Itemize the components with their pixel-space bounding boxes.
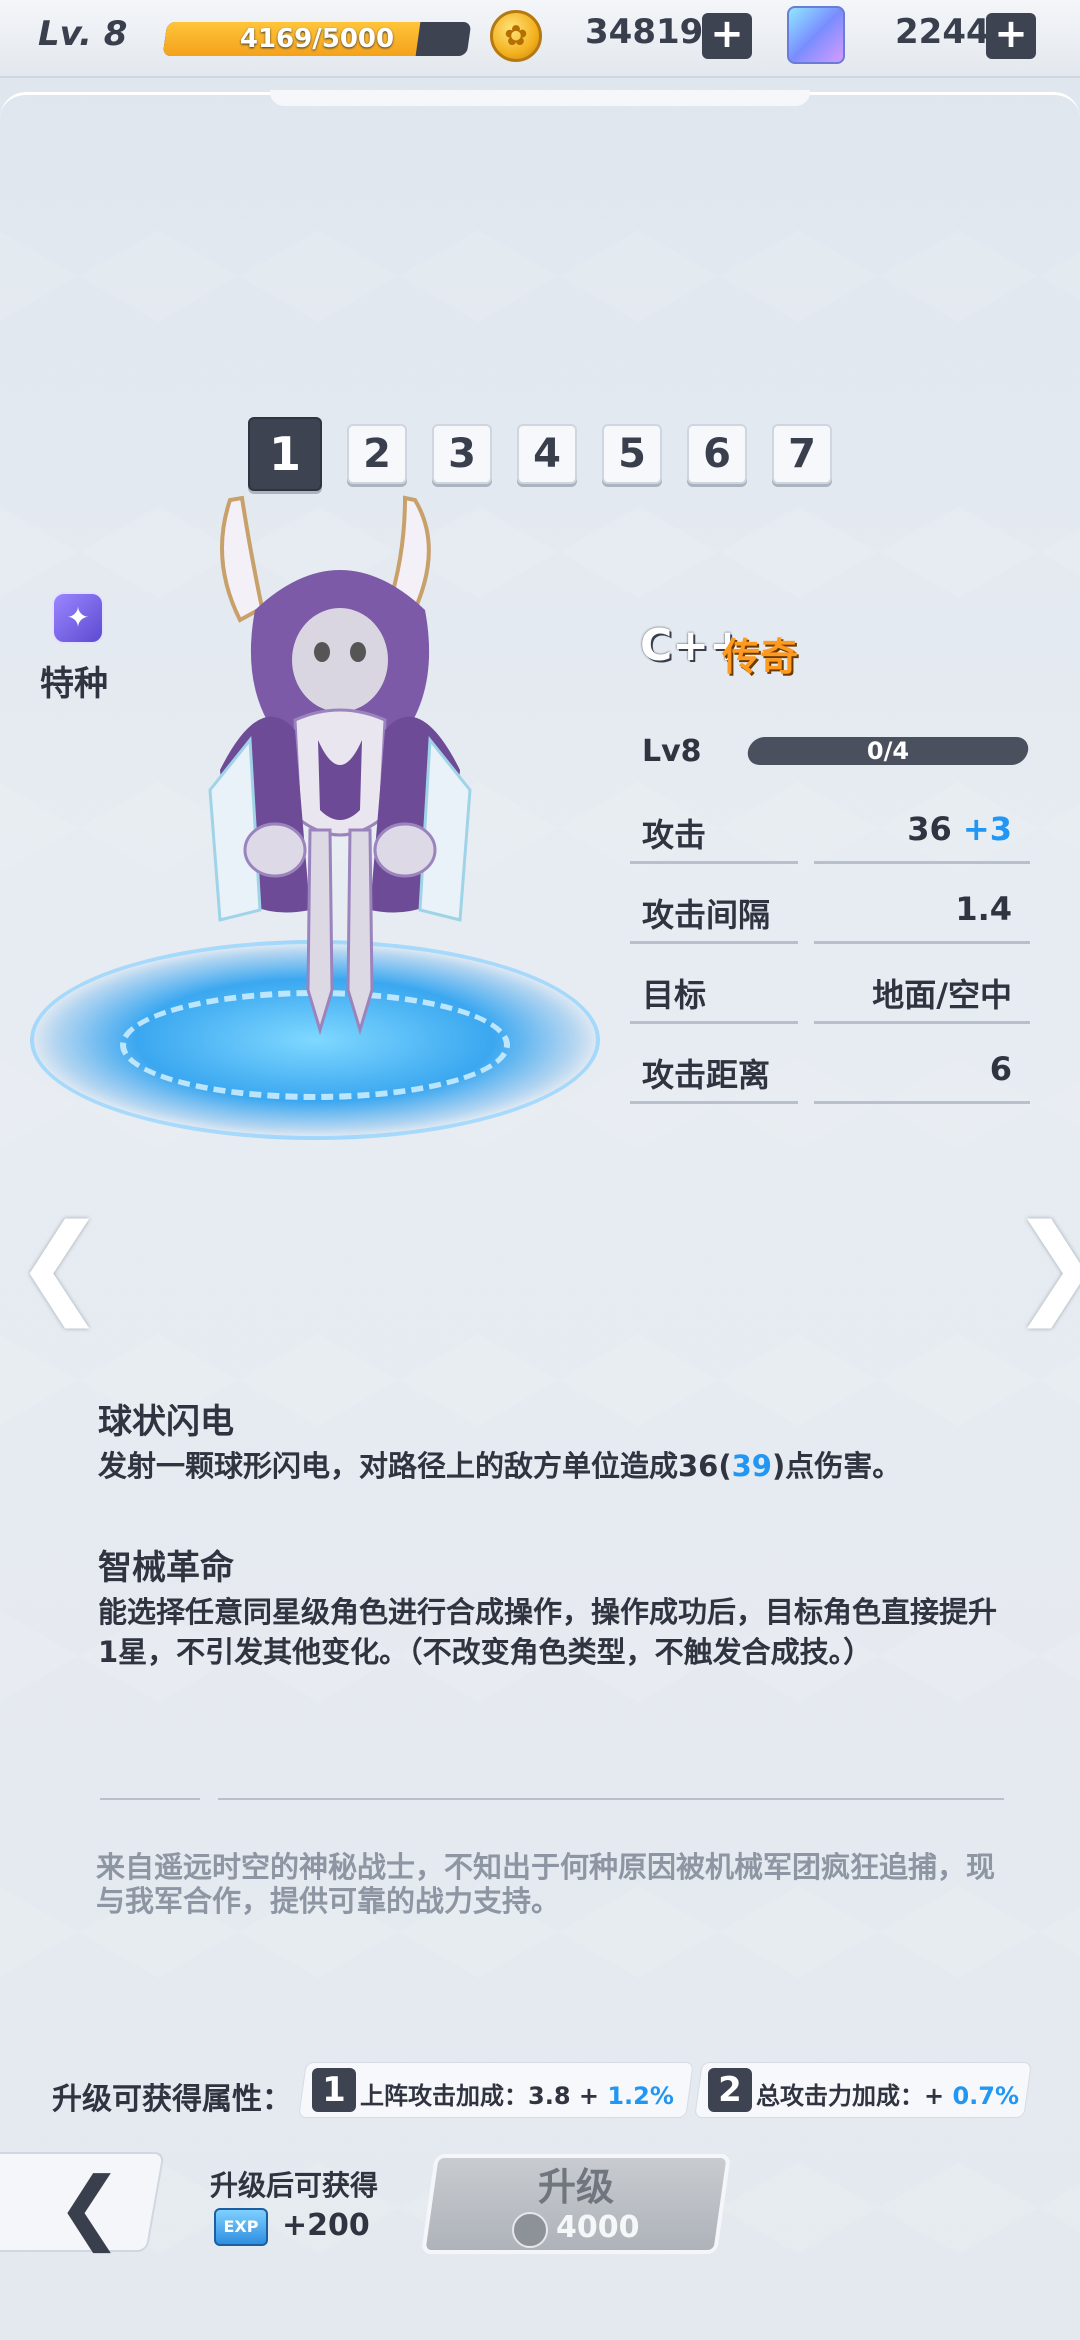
stat-divider xyxy=(630,1021,798,1024)
add-coins-button[interactable]: + xyxy=(702,13,752,59)
back-arrow-icon[interactable]: ❮ xyxy=(56,2160,123,2253)
hero-level: Lv8 xyxy=(642,734,702,769)
stat-divider xyxy=(814,1021,1030,1024)
gem-cube-icon xyxy=(787,6,845,64)
stat-row-target: 目标 地面/空中 xyxy=(630,960,1030,1024)
stat-value: 1.4 xyxy=(955,890,1012,928)
upgrade-attribute-text: 总攻击力加成：+ 0.7% xyxy=(756,2082,1020,2110)
add-gems-button[interactable]: + xyxy=(986,13,1036,59)
skill-2-title: 智械革命 xyxy=(98,1548,234,1588)
exp-icon: EXP xyxy=(214,2208,268,2246)
class-label: 特种 xyxy=(40,664,108,704)
stat-divider xyxy=(814,861,1030,864)
stat-divider xyxy=(630,861,798,864)
hero-rarity: 传奇 xyxy=(722,635,799,679)
stat-label: 目标 xyxy=(642,976,707,1014)
coin-icon xyxy=(490,10,542,62)
stat-label: 攻击距离 xyxy=(642,1056,771,1094)
stat-bonus: +3 xyxy=(962,810,1012,848)
exp-reward-value: +200 xyxy=(282,2208,370,2243)
stat-value: 地面/空中 xyxy=(872,976,1012,1014)
upgrade-reward-title: 升级后可获得 xyxy=(210,2169,379,2202)
stat-divider xyxy=(814,1101,1030,1104)
stat-divider xyxy=(630,1101,798,1104)
xp-text: 4169/5000 xyxy=(239,24,395,54)
star-tab-5[interactable]: 5 xyxy=(602,424,662,484)
star-tab-6[interactable]: 6 xyxy=(687,424,747,484)
stat-value: 36 +3 xyxy=(907,810,1012,848)
star-tab-1[interactable]: 1 xyxy=(248,417,322,491)
hero-lore-text: 来自遥远时空的神秘战士，不知出于何种原因被机械军团疯狂追捕，现与我军合作，提供可… xyxy=(96,1850,996,1918)
stat-row-attack-interval: 攻击间隔 1.4 xyxy=(630,880,1030,944)
prev-hero-arrow[interactable]: ❮ xyxy=(14,1200,106,1328)
skill-1-title: 球状闪电 xyxy=(98,1402,234,1442)
star-tab-7[interactable]: 7 xyxy=(772,424,832,484)
player-level: Lv. 8 xyxy=(38,14,128,54)
panel-tab-handle xyxy=(270,90,810,106)
coin-count: 34819 xyxy=(585,12,704,52)
star-tab-2[interactable]: 2 xyxy=(347,424,407,484)
star-tab-4[interactable]: 4 xyxy=(517,424,577,484)
upgrade-cost: 4000 xyxy=(556,2210,640,2245)
coin-icon xyxy=(512,2212,548,2248)
stat-label: 攻击 xyxy=(642,816,707,854)
stat-divider xyxy=(630,941,798,944)
section-divider xyxy=(100,1798,200,1800)
card-progress-text: 0/4 xyxy=(866,737,910,765)
upgrade-attributes-title: 升级可获得属性： xyxy=(52,2082,292,2117)
stat-row-attack-range: 攻击距离 6 xyxy=(630,1040,1030,1104)
next-hero-arrow[interactable]: ❯ xyxy=(1010,1200,1080,1328)
upgrade-attribute-number: 1 xyxy=(312,2068,356,2112)
upgrade-attribute-text: 上阵攻击加成：3.8 + 1.2% xyxy=(360,2082,674,2110)
stat-label: 攻击间隔 xyxy=(642,896,771,934)
skill-1-description: 发射一颗球形闪电，对路径上的敌方单位造成36(39)点伤害。 xyxy=(98,1449,902,1483)
upgrade-attribute-number: 2 xyxy=(708,2068,752,2112)
star-tab-3[interactable]: 3 xyxy=(432,424,492,484)
skill-2-description: 能选择任意同星级角色进行合成操作，操作成功后，目标角色直接提升1星，不引发其他变… xyxy=(98,1595,998,1669)
top-resource-bar: Lv. 8 4169/5000 34819 + 2244 + xyxy=(0,0,1080,78)
special-class-icon[interactable] xyxy=(52,592,104,644)
section-divider xyxy=(218,1798,1004,1800)
stat-row-attack: 攻击 36 +3 xyxy=(630,800,1030,864)
hero-character-model xyxy=(208,495,472,1036)
xp-progress-bar: 4169/5000 xyxy=(162,22,472,56)
gem-count: 2244 xyxy=(895,12,990,52)
upgrade-button-label[interactable]: 升级 xyxy=(428,2156,724,2211)
stat-value: 6 xyxy=(989,1050,1012,1088)
star-level-tabs: 1 2 3 4 5 6 7 xyxy=(248,417,857,491)
stat-divider xyxy=(814,941,1030,944)
